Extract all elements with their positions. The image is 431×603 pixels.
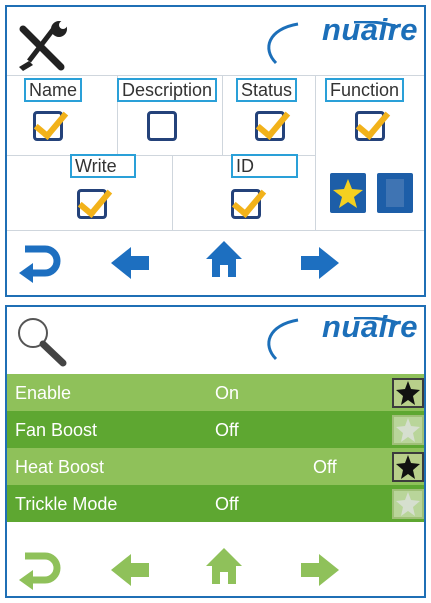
star-icon — [396, 418, 420, 442]
status-panel: nuaire Enable On Fan Boost Off Heat Boos… — [5, 305, 426, 598]
column-label-write: Write — [70, 154, 136, 178]
column-label-id: ID — [231, 154, 298, 178]
column-label-status: Status — [236, 78, 298, 102]
column-label-name: Name — [24, 78, 83, 102]
name-checkbox[interactable] — [33, 103, 69, 141]
status-checkbox[interactable] — [255, 103, 291, 141]
checkmark-icon — [255, 103, 291, 141]
list-item[interactable]: Enable On — [7, 374, 424, 411]
favourite-button[interactable] — [392, 415, 424, 445]
list-item[interactable]: Fan Boost Off — [7, 411, 424, 448]
row-value: Off — [215, 420, 239, 440]
back-arrow-icon[interactable] — [109, 243, 153, 283]
favourite-off-button[interactable] — [377, 173, 413, 213]
column-label-function: Function — [325, 78, 405, 102]
star-icon — [396, 455, 420, 479]
favourite-button[interactable] — [392, 489, 424, 519]
star-icon — [396, 381, 420, 405]
function-checkbox[interactable] — [355, 103, 391, 141]
row-name: Enable — [15, 383, 72, 403]
row-value: Off — [313, 457, 337, 477]
star-icon — [333, 179, 363, 208]
return-icon[interactable] — [17, 243, 61, 283]
magnifier-icon — [18, 318, 67, 367]
blank-star-icon — [386, 179, 404, 207]
star-icon — [396, 492, 420, 516]
favourite-on-button[interactable] — [330, 173, 366, 213]
home-icon[interactable] — [202, 546, 246, 586]
row-value: On — [215, 383, 240, 403]
checkmark-icon — [231, 181, 267, 219]
row-name: Fan Boost — [15, 420, 98, 440]
checkmark-icon — [33, 103, 69, 141]
favourite-button[interactable] — [392, 378, 424, 408]
checkmark-icon — [77, 181, 113, 219]
home-icon[interactable] — [202, 239, 246, 279]
logo-text: nuaire — [321, 309, 418, 344]
back-arrow-icon[interactable] — [109, 550, 153, 590]
column-label-description: Description — [117, 78, 218, 102]
logo-text: nuaire — [321, 12, 418, 47]
checkmark-icon — [355, 103, 391, 141]
settings-panel: nuaire Name Description Status Function … — [5, 5, 426, 297]
write-checkbox[interactable] — [77, 181, 113, 219]
forward-arrow-icon[interactable] — [297, 550, 341, 590]
row-name: Heat Boost — [15, 457, 105, 477]
list-item[interactable]: Heat Boost Off — [7, 448, 424, 485]
row-name: Trickle Mode — [15, 494, 118, 514]
return-icon[interactable] — [17, 550, 61, 590]
row-value: Off — [215, 494, 239, 514]
favourite-button[interactable] — [392, 452, 424, 482]
description-checkbox[interactable] — [147, 111, 177, 141]
forward-arrow-icon[interactable] — [297, 243, 341, 283]
wrench-screwdriver-icon — [19, 21, 67, 71]
list-item[interactable]: Trickle Mode Off — [7, 485, 424, 522]
id-checkbox[interactable] — [231, 181, 267, 219]
